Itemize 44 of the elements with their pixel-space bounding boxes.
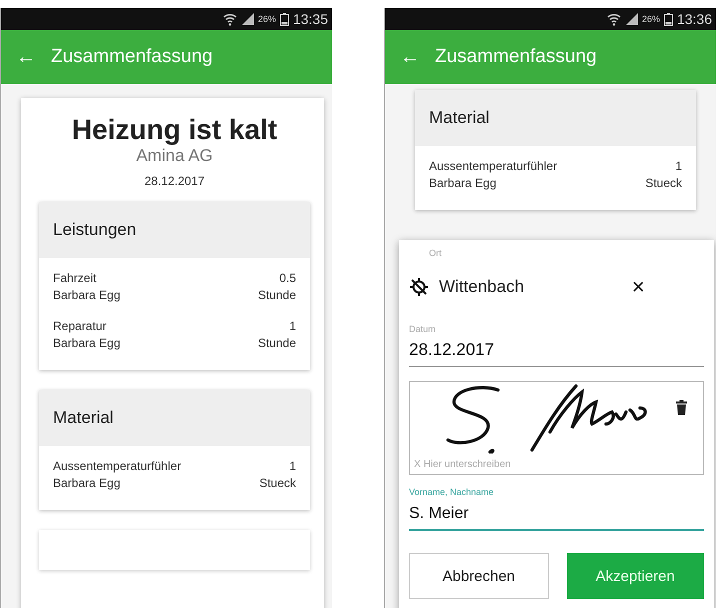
date-field[interactable]: 28.12.2017: [409, 334, 704, 367]
job-title: Heizung ist kalt: [70, 114, 278, 146]
item-name: Reparatur: [53, 318, 108, 335]
battery-percent: 26%: [258, 14, 276, 24]
location-off-icon: [409, 277, 429, 297]
item-quantity: 0.5: [278, 270, 296, 287]
battery-icon: [664, 12, 673, 26]
signal-icon: [624, 13, 638, 25]
customer-name: Amina AG: [135, 146, 214, 166]
item-person: Barbara Egg: [53, 335, 122, 352]
battery-percent: 26%: [642, 14, 660, 24]
wifi-icon: [222, 12, 237, 26]
app-bar-title: Zusammenfassung: [435, 46, 597, 68]
item-unit: Stunde: [258, 335, 296, 352]
job-date: 28.12.2017: [143, 174, 206, 188]
item-unit: Stueck: [645, 175, 682, 192]
cancel-button[interactable]: Abbrechen: [409, 553, 548, 599]
item-quantity: 1: [288, 458, 296, 475]
item-quantity: 1: [674, 158, 682, 175]
section-title: Leistungen: [39, 202, 310, 258]
name-field[interactable]: S. Meier: [409, 497, 704, 531]
item-name: Fahrzeit: [53, 270, 98, 287]
wifi-icon: [606, 12, 621, 26]
date-label: Datum: [409, 324, 437, 334]
battery-icon: [280, 12, 289, 26]
trash-icon[interactable]: [676, 400, 687, 415]
name-label: Vorname, Nachname: [409, 487, 495, 497]
item-name: Aussentemperaturfühler: [53, 458, 182, 475]
item-unit: Stunde: [258, 287, 296, 304]
section-title: Material: [415, 90, 696, 146]
item-name: Aussentemperaturfühler: [429, 158, 558, 175]
section-title: Material: [39, 390, 310, 446]
item-person: Barbara Egg: [429, 175, 498, 192]
signal-icon: [240, 13, 254, 25]
location-value: Wittenbach: [439, 277, 526, 297]
location-label: Ort: [429, 248, 442, 258]
signature-placeholder: X Hier unterschreiben: [414, 459, 511, 470]
item-person: Barbara Egg: [53, 287, 122, 304]
item-unit: Stueck: [259, 475, 296, 492]
status-time: 13:36: [676, 11, 712, 27]
item-quantity: 1: [288, 318, 296, 335]
app-bar-title: Zusammenfassung: [51, 46, 213, 68]
status-time: 13:35: [292, 11, 328, 27]
item-person: Barbara Egg: [53, 475, 122, 492]
